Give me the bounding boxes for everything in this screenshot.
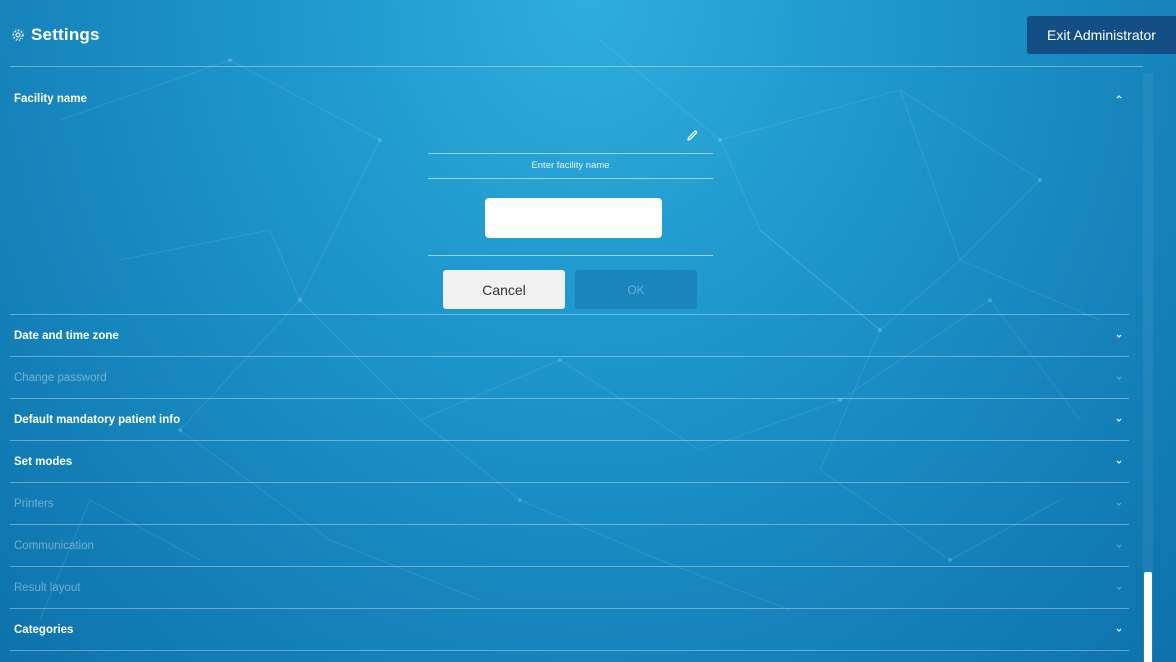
chevron-down-icon	[1116, 544, 1122, 548]
section-facility-name: Facility name Enter facility name Cancel…	[10, 67, 1129, 315]
divider-line	[428, 153, 713, 154]
section-default-mandatory-patient-info: Default mandatory patient info	[10, 399, 1129, 441]
section-label: Change password	[14, 371, 107, 384]
section-label: Date and time zone	[14, 329, 119, 342]
section-label: Result layout	[14, 581, 81, 594]
chevron-down-icon	[1116, 502, 1122, 506]
chevron-down-icon[interactable]	[1115, 626, 1123, 634]
section-communication-header: Communication	[10, 525, 1129, 566]
scrollbar-thumb[interactable]	[1144, 572, 1152, 662]
facility-name-prompt: Enter facility name	[531, 160, 610, 171]
exit-administrator-button[interactable]: Exit Administrator	[1027, 16, 1176, 54]
section-label: Printers	[14, 497, 54, 510]
gear-icon	[12, 29, 24, 41]
chevron-down-icon	[1116, 376, 1122, 380]
top-bar: Settings Exit Administrator	[0, 0, 1176, 66]
section-date-and-time-zone-header[interactable]: Date and time zone	[10, 315, 1129, 356]
section-change-password: Change password	[10, 357, 1129, 399]
chevron-down-icon[interactable]	[1115, 458, 1123, 466]
section-label: Categories	[14, 623, 74, 636]
section-set-modes-header[interactable]: Set modes	[10, 441, 1129, 482]
facility-name-editor: Enter facility name Cancel OK	[10, 129, 1129, 314]
divider-line	[428, 178, 713, 179]
chevron-down-icon	[1116, 586, 1122, 590]
section-label: Default mandatory patient info	[14, 413, 181, 426]
section-change-password-header: Change password	[10, 357, 1129, 398]
section-set-modes: Set modes	[10, 441, 1129, 483]
ok-button[interactable]: OK	[575, 270, 697, 309]
section-result-layout-header: Result layout	[10, 567, 1129, 608]
section-result-layout: Result layout	[10, 567, 1129, 609]
section-communication: Communication	[10, 525, 1129, 567]
section-facility-name-header[interactable]: Facility name	[10, 67, 1129, 129]
facility-name-input[interactable]	[485, 198, 662, 238]
section-printers: Printers	[10, 483, 1129, 525]
chevron-down-icon[interactable]	[1115, 332, 1123, 340]
divider-line	[428, 255, 713, 256]
section-label: Facility name	[14, 93, 87, 105]
chevron-down-icon[interactable]	[1115, 416, 1123, 424]
section-printers-header: Printers	[10, 483, 1129, 524]
page-title: Settings	[31, 25, 100, 44]
cancel-button[interactable]: Cancel	[443, 270, 565, 309]
section-label: Set modes	[14, 455, 73, 468]
section-categories-header[interactable]: Categories	[10, 609, 1129, 650]
section-label: Communication	[14, 539, 94, 552]
chevron-up-icon[interactable]	[1115, 93, 1123, 101]
section-default-mandatory-patient-info-header[interactable]: Default mandatory patient info	[10, 399, 1129, 440]
page-title-group: Settings	[11, 24, 100, 46]
section-categories: Categories	[10, 609, 1129, 651]
section-date-and-time-zone: Date and time zone	[10, 315, 1129, 357]
pencil-icon[interactable]	[685, 129, 699, 143]
settings-panel: Facility name Enter facility name Cancel…	[10, 67, 1129, 662]
